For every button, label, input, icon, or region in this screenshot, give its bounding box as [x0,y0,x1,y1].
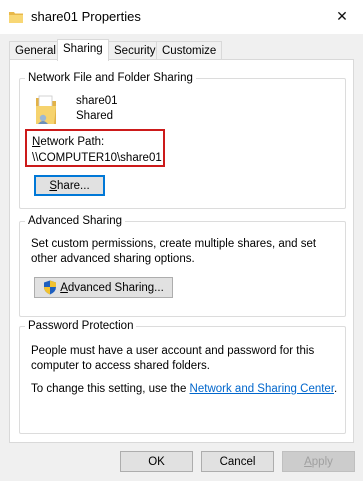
password-protection-description: People must have a user account and pass… [31,345,315,372]
close-button[interactable]: ✕ [321,0,363,32]
window-title: share01 Properties [31,9,141,24]
ok-button[interactable]: OK [120,451,193,472]
uac-shield-icon [44,280,57,295]
tab-customize[interactable]: Customize [156,41,223,59]
shared-folder-icon [36,95,56,124]
network-sharing-legend: Network File and Folder Sharing [28,72,193,84]
network-sharing-center-link[interactable]: Network and Sharing Center [190,383,334,395]
share-button[interactable]: Share... [34,175,105,196]
apply-button[interactable]: Apply [282,451,355,472]
network-path-highlight [25,129,165,167]
folder-status: Shared [76,110,114,122]
tab-sharing[interactable]: Sharing [57,39,109,61]
advanced-sharing-group: Advanced Sharing [19,215,346,317]
sharing-panel: Network File and Folder Sharing share01 … [9,59,354,443]
tab-security[interactable]: Security [108,41,162,59]
folder-name: share01 [76,95,118,107]
advanced-sharing-description: Set custom permissions, create multiple … [31,238,317,265]
advanced-sharing-legend: Advanced Sharing [28,215,122,227]
change-setting-text: To change this setting, use the Network … [31,383,338,395]
folder-icon [9,12,23,23]
password-protection-legend: Password Protection [28,320,134,332]
tab-general[interactable]: General [9,41,62,59]
title-bar: share01 Properties ✕ [0,0,363,34]
cancel-button[interactable]: Cancel [201,451,274,472]
close-icon: ✕ [336,7,348,24]
password-protection-group: Password Protection [19,320,346,434]
advanced-sharing-button[interactable]: Advanced Sharing... [34,277,173,298]
